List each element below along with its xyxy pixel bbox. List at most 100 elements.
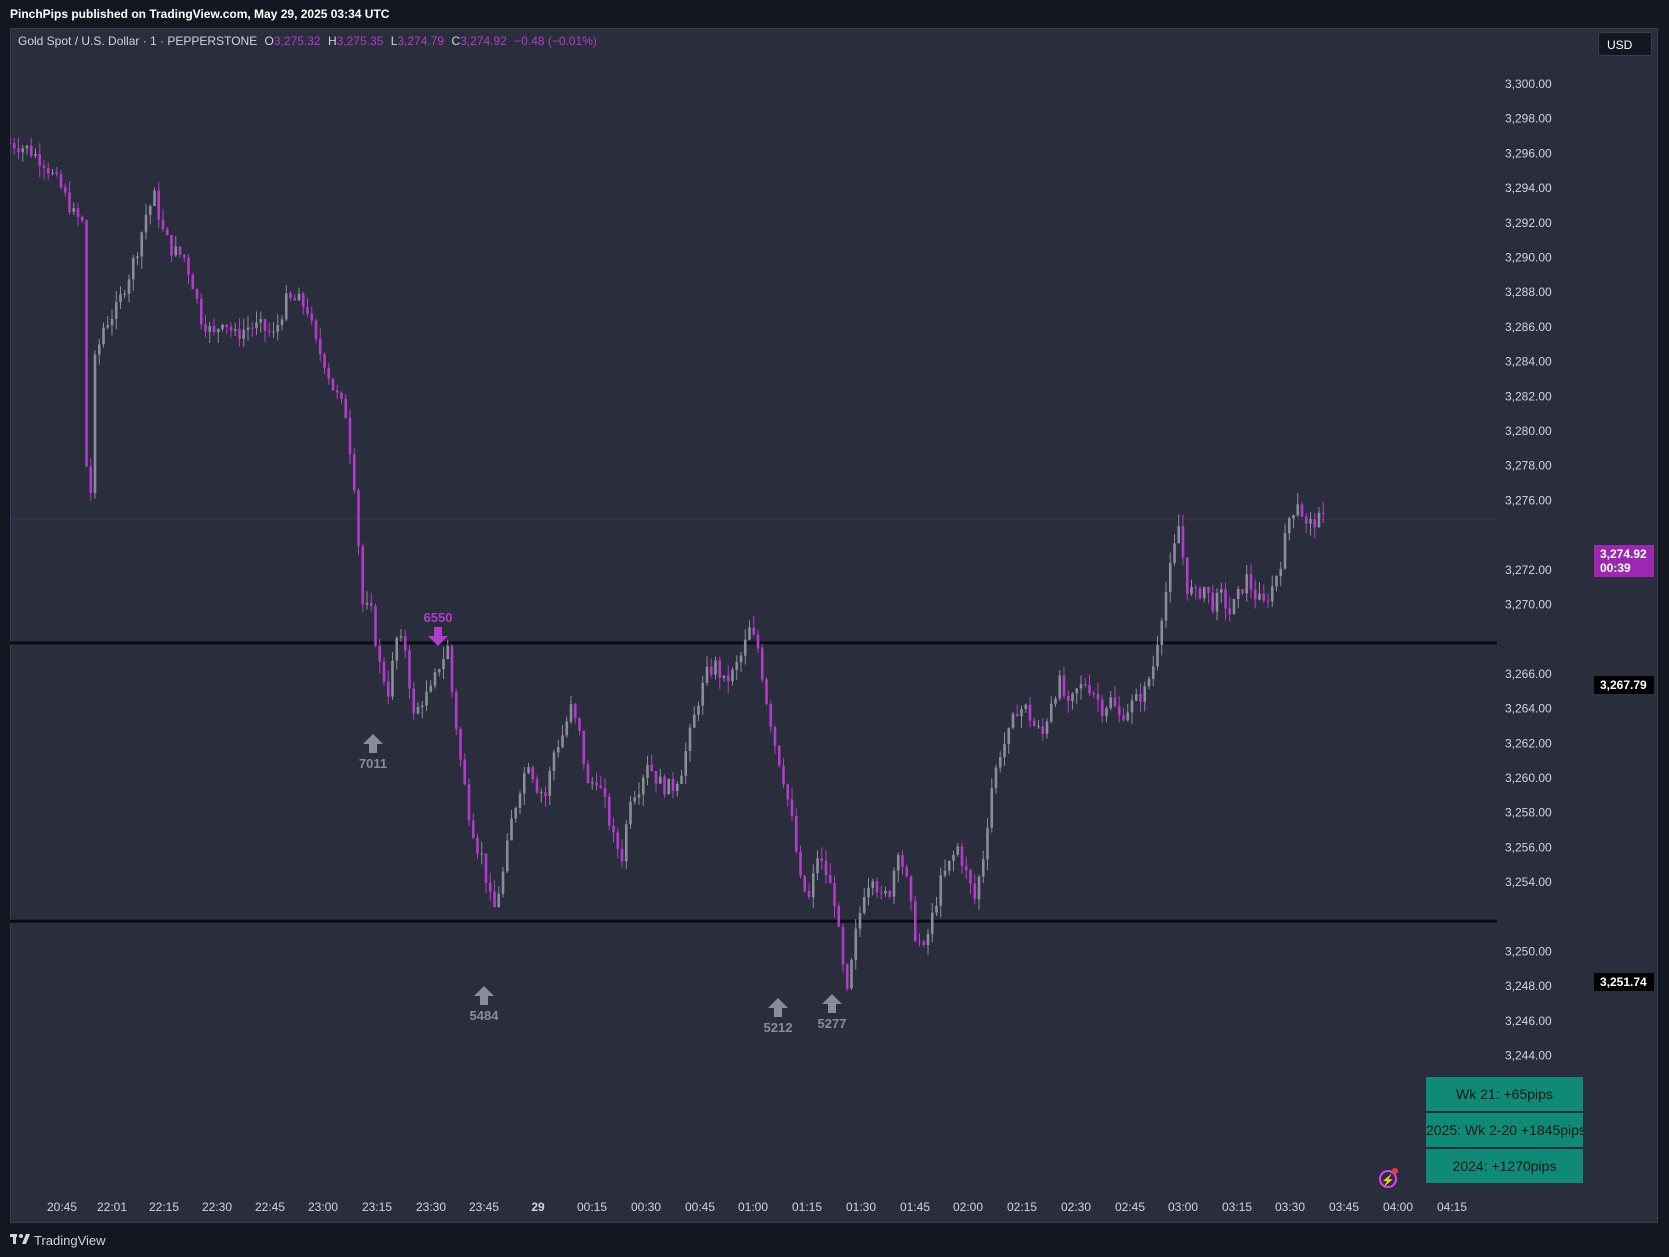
candle-body: [480, 853, 484, 855]
candle-body: [760, 648, 764, 680]
candle-body: [833, 883, 836, 906]
marker-5484: 5484: [470, 986, 499, 1023]
candle-body: [922, 941, 926, 945]
candlestick-chart[interactable]: 6550 7011 5484 5212 5277 3,300.00 3,298.00 3,2…: [10, 28, 1658, 1223]
time-tick-label: 03:00: [1168, 1200, 1198, 1214]
candle-body: [828, 875, 832, 884]
candle-body: [408, 650, 411, 689]
candle-body: [773, 726, 777, 746]
candle-body: [484, 853, 488, 883]
price-tick-label: 3,280.00: [1505, 424, 1552, 438]
currency-button[interactable]: USD: [1598, 32, 1652, 56]
candle-body: [981, 859, 985, 877]
candle-body: [879, 892, 883, 894]
candle-body: [403, 636, 407, 651]
time-tick-label: 23:45: [469, 1200, 499, 1214]
candle-body: [782, 765, 785, 785]
candle-body: [739, 655, 743, 663]
candle-body: [97, 344, 101, 355]
candle-body: [1198, 588, 1202, 599]
candle-body: [221, 324, 224, 330]
candle-body: [46, 167, 50, 174]
candle-body: [1317, 512, 1321, 528]
price-tick-label: 3,282.00: [1505, 389, 1552, 403]
candle-body: [1160, 620, 1164, 645]
candle-body: [871, 881, 875, 888]
candle-body: [714, 660, 717, 675]
candle-body: [1245, 574, 1249, 594]
candle-body: [1041, 726, 1045, 734]
candle-body: [811, 873, 815, 898]
candle-body: [1262, 593, 1266, 601]
candle-body: [289, 293, 292, 299]
candle-body: [1164, 591, 1168, 621]
candle-body: [845, 964, 849, 989]
time-tick-label: 01:15: [792, 1200, 822, 1214]
arrow-up-icon: [474, 986, 494, 1005]
candle-body: [943, 870, 947, 876]
candle-body: [1007, 727, 1011, 744]
candle-body: [1177, 526, 1181, 544]
candle-body: [386, 681, 390, 697]
candle-body: [80, 216, 84, 221]
candle-body: [1054, 698, 1057, 704]
candle-body: [1270, 586, 1274, 602]
candle-body: [1079, 684, 1083, 689]
candle-body: [556, 747, 560, 753]
candle-body: [518, 793, 522, 809]
candle-body: [391, 660, 394, 697]
candle-body: [1241, 589, 1244, 594]
candle-body: [17, 148, 20, 153]
candle-body: [1083, 684, 1087, 686]
candle-body: [939, 875, 943, 906]
time-tick-label: 01:30: [846, 1200, 876, 1214]
candle-body: [412, 688, 416, 714]
candle-body: [301, 293, 305, 307]
candle-body: [998, 757, 1002, 768]
marker-5277: 5277: [818, 994, 846, 1031]
tradingview-brand[interactable]: TradingView: [34, 1233, 106, 1248]
candle-body: [658, 776, 662, 784]
candle-body: [629, 801, 632, 825]
time-tick-label: 02:30: [1061, 1200, 1091, 1214]
candle-body: [735, 662, 739, 670]
candle-body: [552, 752, 556, 771]
candle-body: [340, 392, 343, 399]
candle-body: [505, 840, 509, 872]
time-tick-label: 23:30: [416, 1200, 446, 1214]
candle-body: [1122, 715, 1125, 721]
candle-body: [1062, 675, 1066, 696]
candle-body: [692, 714, 696, 728]
candle-body: [561, 735, 564, 748]
horizontal-lines: [10, 641, 1497, 923]
publish-info: PinchPips published on TradingView.com, …: [0, 0, 1669, 28]
candle-body: [437, 669, 441, 673]
open-value: 3,275.32: [273, 34, 321, 48]
candle-body: [110, 318, 114, 326]
pips-2025: 2025: Wk 2-20 +1845pips: [1426, 1113, 1583, 1147]
price-tick-label: 3,246.00: [1505, 1014, 1552, 1028]
tradingview-logo-icon: [10, 1234, 30, 1244]
candle-body: [1130, 700, 1134, 713]
candle-body: [501, 871, 505, 894]
candle-body: [769, 703, 773, 727]
price-tick-label: 3,244.00: [1505, 1049, 1552, 1063]
candle-body: [21, 148, 25, 153]
candle-body: [89, 466, 93, 494]
candle-body: [752, 627, 756, 635]
time-axis: 20:45 22:01 22:15 22:30 22:45 23:00 23:15 23:30…: [47, 1200, 1467, 1214]
candle-body: [888, 890, 892, 897]
candle-body: [586, 764, 590, 784]
candle-body: [318, 339, 322, 355]
candle-body: [748, 627, 751, 640]
candle-body: [663, 776, 666, 795]
candle-body: [187, 257, 190, 275]
arrow-up-icon: [363, 734, 383, 753]
candle-body: [1224, 589, 1227, 609]
candle-body: [892, 870, 896, 897]
candle-body: [688, 727, 692, 751]
candle-body: [297, 293, 301, 301]
time-tick-label: 22:01: [97, 1200, 127, 1214]
candle-body: [182, 254, 186, 258]
candle-body: [127, 279, 131, 294]
